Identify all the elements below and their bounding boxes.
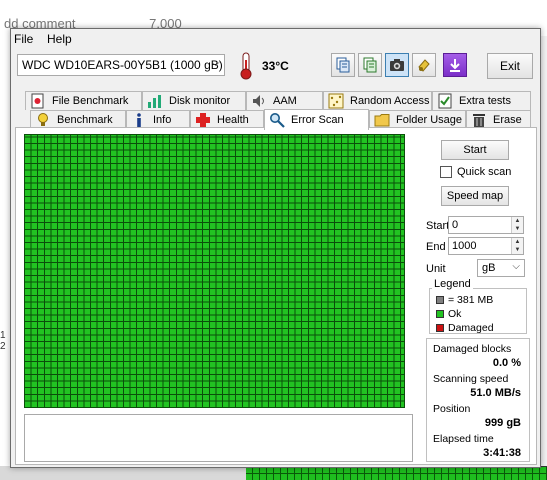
tab-disk-monitor[interactable]: Disk monitor [142, 91, 246, 110]
speed-map-button[interactable]: Speed map [441, 186, 509, 206]
elapsed-time-label: Elapsed time [433, 433, 494, 445]
toolbar: WDC WD10EARS-00Y5B1 (1000 gB) ⌵ 33°C Exi… [11, 49, 540, 85]
legend-item-block-size: = 381 MB [436, 294, 493, 306]
start-position-value: 0 [452, 219, 459, 231]
menu-file[interactable]: File [14, 32, 33, 46]
end-position-value: 1000 [452, 240, 477, 252]
error-scan-panel: Start Quick scan Speed map Start 0 ▲ ▼ En… [15, 127, 537, 465]
menu-help[interactable]: Help [47, 32, 72, 46]
quick-scan-checkbox-box[interactable] [440, 166, 452, 178]
scanning-speed-label: Scanning speed [433, 373, 509, 385]
copy-info-button[interactable] [358, 53, 382, 77]
info-icon [137, 113, 141, 127]
trash-icon [473, 114, 485, 127]
unit-select-value: gB [482, 262, 496, 274]
legend-green-swatch [436, 310, 444, 318]
scan-stats-box: Damaged blocks 0.0 % Scanning speed 51.0… [426, 338, 530, 462]
file-benchmark-icon [31, 93, 44, 109]
health-cross-icon [196, 113, 210, 127]
legend-item-ok: Ok [436, 308, 461, 320]
quick-scan-checkbox[interactable]: Quick scan [440, 166, 511, 178]
temperature-readout: 33°C [262, 59, 289, 73]
scan-block-grid [24, 134, 405, 408]
position-label: Position [433, 403, 471, 415]
folder-icon [374, 114, 390, 127]
legend-title: Legend [432, 278, 473, 290]
legend-gray-swatch [436, 296, 444, 304]
background-left-edge-text: 1 2 [0, 330, 6, 352]
damaged-blocks-label: Damaged blocks [433, 343, 512, 355]
tab-error-scan[interactable]: Error Scan [264, 109, 369, 130]
position-value: 999 gB [484, 417, 521, 429]
save-options-icon [418, 59, 430, 72]
scan-log-area[interactable] [24, 414, 413, 462]
chevron-down-icon: ⌵ [211, 57, 220, 69]
thermometer-icon [240, 52, 252, 80]
screenshot-camera-icon [390, 59, 404, 71]
download-button[interactable] [443, 53, 467, 77]
start-position-input[interactable]: 0 ▲ ▼ [448, 216, 524, 234]
background-bottom-bar [0, 466, 250, 480]
elapsed-time-value: 3:41:38 [483, 447, 521, 459]
chevron-down-icon: ⌵ [512, 261, 520, 272]
start-spinner[interactable]: ▲ ▼ [511, 217, 523, 233]
disk-monitor-icon [148, 95, 161, 108]
random-access-icon [328, 93, 344, 109]
tab-file-benchmark[interactable]: File Benchmark [25, 91, 142, 110]
exit-button[interactable]: Exit [487, 53, 533, 79]
background-scan-grid [246, 466, 547, 480]
hd-tune-window: File Help WDC WD10EARS-00Y5B1 (1000 gB) … [10, 28, 541, 468]
end-label: End [426, 241, 446, 253]
tab-random-access[interactable]: Random Access [323, 91, 432, 110]
end-spinner[interactable]: ▲ ▼ [511, 238, 523, 254]
tab-row-1: File Benchmark Disk monitor AAM Random A… [15, 91, 537, 110]
copy-text-icon [336, 57, 350, 73]
drive-select-value: WDC WD10EARS-00Y5B1 (1000 gB) [22, 58, 223, 72]
menu-bar: File Help [11, 29, 540, 49]
magnifier-icon [270, 113, 285, 128]
unit-select[interactable]: gB ⌵ [477, 259, 525, 277]
download-arrow-icon [450, 59, 460, 72]
screenshot-button[interactable] [385, 53, 409, 77]
damaged-blocks-value: 0.0 % [492, 357, 521, 369]
speaker-icon [253, 95, 264, 107]
copy-text-button[interactable] [331, 53, 355, 77]
options-button[interactable] [412, 53, 436, 77]
lightbulb-icon [38, 113, 48, 126]
start-scan-button[interactable]: Start [441, 140, 509, 160]
legend-item-damaged: Damaged [436, 322, 494, 334]
drive-select[interactable]: WDC WD10EARS-00Y5B1 (1000 gB) ⌵ [17, 54, 225, 76]
quick-scan-label: Quick scan [457, 166, 512, 178]
scanning-speed-value: 51.0 MB/s [470, 387, 521, 399]
start-label: Start [426, 220, 450, 232]
copy-info-icon [363, 57, 377, 73]
unit-label: Unit [426, 263, 446, 275]
end-position-input[interactable]: 1000 ▲ ▼ [448, 237, 524, 255]
legend-red-swatch [436, 324, 444, 332]
extra-tests-icon [438, 93, 452, 109]
tab-extra-tests[interactable]: Extra tests [432, 91, 531, 110]
tab-aam[interactable]: AAM [246, 91, 323, 110]
background-right-panel [540, 36, 547, 480]
